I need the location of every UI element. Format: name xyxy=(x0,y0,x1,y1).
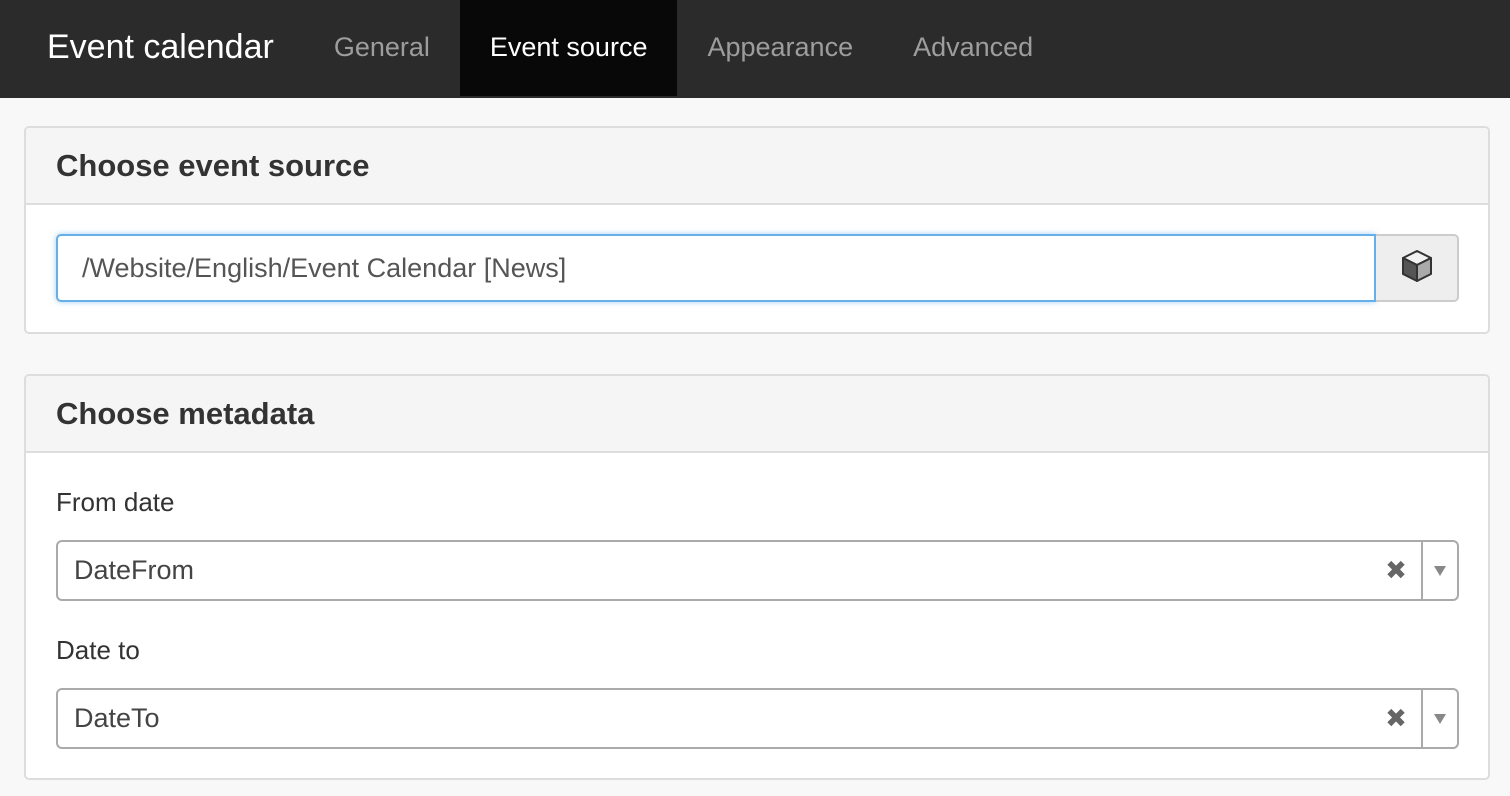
date-to-value: DateTo xyxy=(74,703,160,733)
event-source-path-input[interactable] xyxy=(56,234,1376,302)
tab-advanced[interactable]: Advanced xyxy=(883,0,1063,96)
from-date-dropdown-toggle[interactable] xyxy=(1421,542,1457,599)
app-title: Event calendar xyxy=(47,28,274,66)
tab-bar: General Event source Appearance Advanced xyxy=(304,0,1063,96)
event-source-input-group xyxy=(56,234,1459,302)
browse-source-button[interactable] xyxy=(1376,234,1459,302)
from-date-select[interactable]: DateFrom ✖ xyxy=(56,540,1459,601)
metadata-panel: Choose metadata From date DateFrom ✖ Dat… xyxy=(24,374,1490,780)
chevron-down-icon xyxy=(1434,565,1446,576)
tab-appearance[interactable]: Appearance xyxy=(677,0,883,96)
from-date-value: DateFrom xyxy=(74,555,195,585)
date-to-label: Date to xyxy=(56,635,140,665)
tab-general[interactable]: General xyxy=(304,0,460,96)
top-navbar: Event calendar General Event source Appe… xyxy=(0,0,1510,98)
chevron-down-icon xyxy=(1434,713,1446,724)
date-to-select[interactable]: DateTo ✖ xyxy=(56,688,1459,749)
tab-event-source[interactable]: Event source xyxy=(459,0,678,96)
event-source-panel: Choose event source xyxy=(24,126,1490,334)
date-to-dropdown-toggle[interactable] xyxy=(1421,690,1457,747)
event-source-heading: Choose event source xyxy=(26,128,1488,205)
cube-icon xyxy=(1401,249,1433,288)
metadata-heading: Choose metadata xyxy=(26,376,1488,453)
date-to-clear-icon[interactable]: ✖ xyxy=(1371,690,1421,747)
from-date-label: From date xyxy=(56,487,175,517)
from-date-clear-icon[interactable]: ✖ xyxy=(1371,542,1421,599)
